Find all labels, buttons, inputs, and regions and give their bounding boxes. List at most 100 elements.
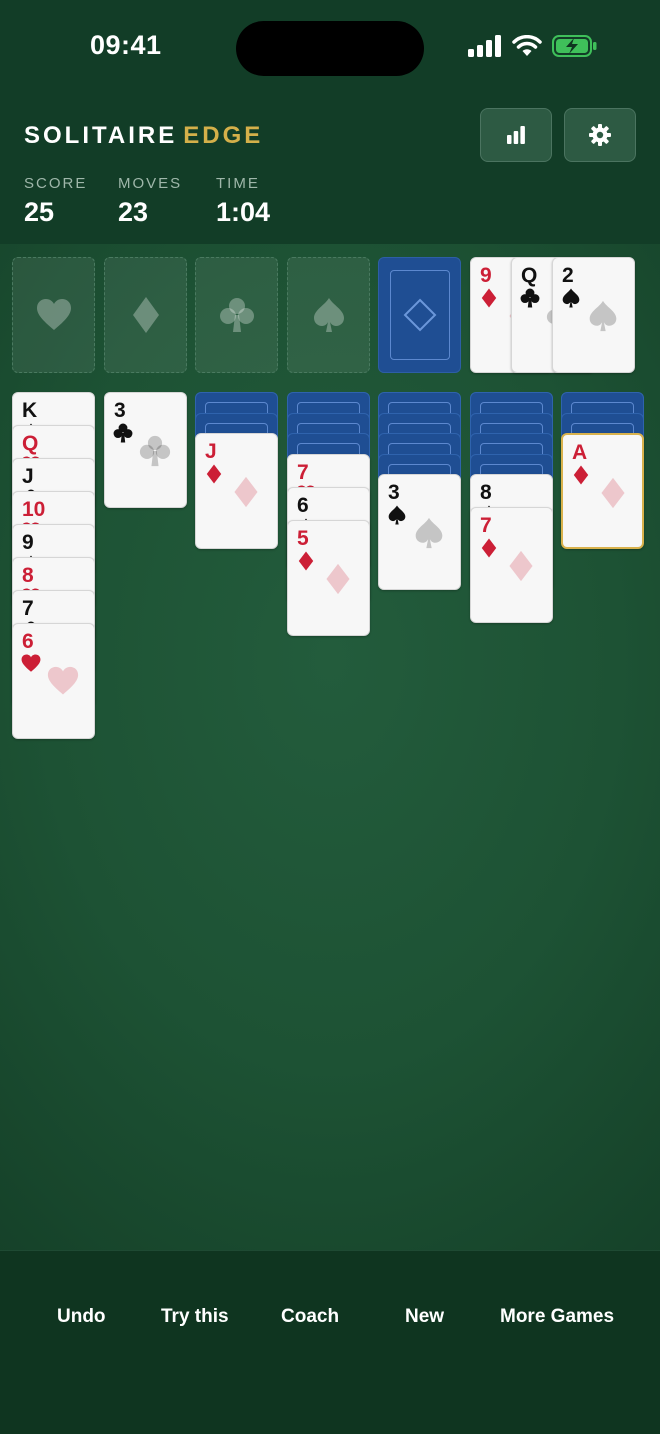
diamond-icon (132, 297, 159, 333)
spade-icon (388, 505, 406, 525)
card-suit-pip (296, 551, 316, 576)
diamond-icon (298, 551, 314, 570)
stats-button[interactable] (480, 108, 552, 162)
card-suit-pip (561, 288, 581, 313)
app-title-main: SOLITAIRE (24, 122, 178, 149)
foundation-slot-diamonds[interactable] (104, 257, 187, 373)
card-suit-pip (113, 423, 133, 448)
foundation-slot-clubs[interactable] (195, 257, 278, 373)
diamond-icon (509, 550, 533, 582)
card-rank: 3 (388, 481, 400, 504)
card-rank: 8 (22, 564, 34, 587)
card-rank: J (22, 465, 34, 488)
spade-icon (415, 517, 443, 549)
foundation-slot-hearts[interactable] (12, 257, 95, 373)
coach-button[interactable]: Coach (281, 1306, 339, 1328)
score-label: SCORE (24, 175, 88, 192)
card-suit-large (139, 435, 171, 472)
heart-icon (47, 666, 79, 695)
wifi-icon (512, 35, 542, 56)
tableau-card[interactable]: J (195, 433, 278, 549)
more-games-button[interactable]: More Games (500, 1306, 614, 1328)
status-icons (468, 35, 598, 57)
card-suit-pip (479, 288, 499, 313)
try-this-button[interactable]: Try this (161, 1306, 229, 1328)
card-suit-large (597, 477, 629, 514)
diamond-icon (234, 476, 258, 508)
card-suit-large (230, 476, 262, 513)
card-rank: 7 (297, 460, 309, 484)
heart-icon (21, 654, 41, 672)
time-value: 1:04 (216, 197, 271, 227)
gear-icon (589, 124, 611, 146)
card-rank: 9 (22, 531, 34, 554)
score-stat: SCORE 25 (24, 175, 87, 228)
moves-value: 23 (118, 197, 149, 227)
card-suit-large (505, 550, 537, 587)
card-rank: 3 (114, 399, 126, 422)
card-suit-large (413, 517, 445, 554)
tableau-card[interactable]: 7 (470, 507, 553, 623)
card-suit-large (47, 666, 79, 703)
settings-button[interactable] (564, 108, 636, 162)
moves-stat: MOVES 23 (118, 175, 182, 228)
bar-chart-icon (507, 126, 525, 144)
tableau-card[interactable]: 5 (287, 519, 370, 636)
spade-icon (313, 298, 344, 332)
new-game-button[interactable]: New (405, 1306, 444, 1328)
card-rank: Q (22, 432, 39, 455)
card-rank: A (572, 441, 588, 464)
tableau-card[interactable]: A (561, 433, 644, 549)
tableau-card[interactable]: 3 (104, 392, 187, 508)
card-rank: 7 (480, 514, 492, 537)
stock-pile[interactable] (378, 257, 461, 373)
card-suit-pip (21, 654, 41, 679)
card-suit-pip (571, 465, 591, 490)
card-suit-pip (387, 505, 407, 530)
card-rank: K (22, 399, 38, 422)
club-icon (113, 423, 133, 443)
foundation-slot-spades[interactable] (287, 257, 370, 373)
card-rank: 5 (297, 526, 309, 550)
spade-icon (562, 288, 580, 308)
waste-card[interactable]: 2 (552, 257, 635, 373)
spade-icon (589, 300, 617, 332)
diamond-icon (481, 288, 497, 308)
card-suit-pip (479, 538, 499, 563)
moves-label: MOVES (118, 175, 183, 192)
card-back-diamond-icon (403, 298, 436, 332)
tableau-card[interactable]: 6 (12, 623, 95, 739)
heart-icon (36, 299, 71, 330)
app-title-accent: EDGE (183, 122, 264, 149)
card-rank: 10 (22, 498, 46, 521)
time-stat: TIME 1:04 (216, 175, 270, 228)
card-rank: 9 (480, 264, 492, 287)
card-rank: Q (521, 264, 538, 287)
card-suit-large (587, 300, 619, 337)
card-rank: 6 (297, 493, 309, 517)
app-title: SOLITAIRE EDGE (24, 122, 263, 150)
status-time: 09:41 (90, 30, 162, 60)
time-label: TIME (216, 175, 260, 192)
diamond-icon (326, 563, 350, 594)
card-rank: 8 (480, 481, 492, 504)
bottom-toolbar (0, 1250, 660, 1434)
diamond-icon (601, 477, 625, 509)
battery-charging-icon (552, 35, 597, 57)
diamond-icon (206, 464, 222, 484)
club-icon (520, 288, 540, 308)
tableau-card[interactable]: 3 (378, 474, 461, 590)
card-suit-large (322, 563, 354, 600)
score-value: 25 (24, 197, 55, 227)
club-icon (139, 435, 171, 467)
card-rank: J (205, 440, 217, 463)
card-rank: 2 (562, 264, 574, 287)
card-rank: 6 (22, 630, 34, 653)
dynamic-island (236, 21, 424, 76)
card-suit-pip (204, 464, 224, 489)
card-rank: 7 (22, 597, 34, 620)
diamond-icon (573, 465, 589, 485)
undo-button[interactable]: Undo (57, 1306, 106, 1328)
stock-card-back (389, 270, 450, 360)
card-suit-pip (520, 288, 540, 313)
